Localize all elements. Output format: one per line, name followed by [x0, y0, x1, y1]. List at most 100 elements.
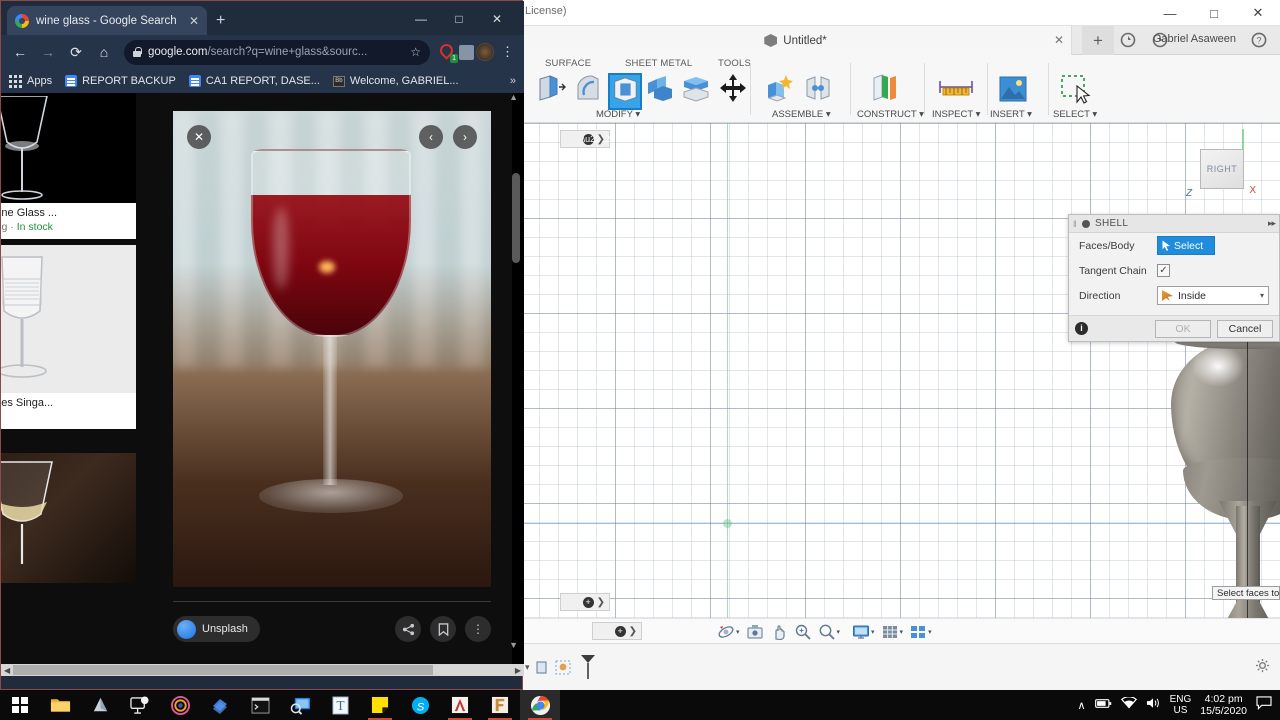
- ok-button[interactable]: OK: [1155, 319, 1211, 338]
- viewports-tool[interactable]: ▾: [907, 621, 934, 643]
- account-name[interactable]: Gabriel Asaween: [1153, 33, 1236, 45]
- settings-gear-icon[interactable]: [1255, 658, 1270, 678]
- document-tab-close-icon[interactable]: ✕: [1054, 33, 1064, 47]
- scroll-up-arrow-icon[interactable]: ▲: [509, 93, 518, 102]
- display-caret[interactable]: ▾: [871, 628, 875, 636]
- ribbon-group-construct[interactable]: CONSTRUCT ▾: [857, 109, 924, 120]
- bookmark-icon[interactable]: [430, 616, 456, 642]
- chrome-icon[interactable]: [520, 690, 560, 720]
- chrome-close-button[interactable]: ✕: [478, 8, 516, 30]
- look-at-tool[interactable]: [744, 621, 766, 643]
- shell-icon-active[interactable]: [608, 73, 642, 110]
- browser-panel-collapsed-top[interactable]: \u2212 ❯: [560, 130, 610, 148]
- forward-icon[interactable]: →: [35, 39, 61, 65]
- photos-icon[interactable]: [160, 690, 200, 720]
- autodesk-icon[interactable]: [440, 690, 480, 720]
- timeline-feature-icon[interactable]: [555, 660, 573, 675]
- zoom-window-tool[interactable]: ▾: [816, 621, 843, 643]
- extension-icon[interactable]: 1: [437, 41, 458, 63]
- sticky-notes-icon[interactable]: [360, 690, 400, 720]
- timeline-marker-icon[interactable]: [578, 654, 598, 680]
- bookmark-report-backup[interactable]: REPORT BACKUP: [65, 75, 176, 87]
- grid-caret[interactable]: ▾: [900, 628, 904, 636]
- more-options-icon[interactable]: ⋮: [465, 616, 491, 642]
- grid-snap-tool[interactable]: ▾: [879, 621, 906, 643]
- reload-icon[interactable]: ⟳: [63, 39, 89, 65]
- wifi-icon[interactable]: [1120, 696, 1137, 714]
- shell-dialog[interactable]: ‖ SHELL ▸▸ Faces/Body Select Tangent Cha…: [1068, 214, 1280, 342]
- fusion360-icon[interactable]: [480, 690, 520, 720]
- tray-chevron-up-icon[interactable]: ∧: [1078, 699, 1086, 712]
- bookmarks-overflow-icon[interactable]: »: [510, 75, 516, 87]
- ribbon-tab-surface[interactable]: SURFACE: [545, 58, 591, 69]
- tangent-chain-checkbox[interactable]: ✓: [1157, 264, 1170, 277]
- insert-image-icon[interactable]: [998, 75, 1028, 108]
- viewports-caret[interactable]: ▾: [928, 628, 932, 636]
- fillet-icon[interactable]: [572, 73, 604, 108]
- scroll-down-arrow-icon[interactable]: ▼: [509, 640, 518, 650]
- fusion-minimize-button[interactable]: —: [1148, 0, 1192, 26]
- bookmark-welcome-gabriel[interactable]: Bb Welcome, GABRIEL...: [332, 75, 459, 87]
- result-card[interactable]: [1, 453, 136, 583]
- move-copy-icon[interactable]: [718, 73, 748, 108]
- construct-plane-icon[interactable]: [868, 73, 900, 108]
- terminal-icon[interactable]: [240, 690, 280, 720]
- text-editor-icon[interactable]: T: [320, 690, 360, 720]
- data-panel-refresh-icon[interactable]: [1120, 32, 1137, 49]
- new-document-tab-button[interactable]: +: [1082, 26, 1114, 55]
- home-icon[interactable]: ⌂: [91, 39, 117, 65]
- info-icon[interactable]: i: [1075, 322, 1088, 335]
- zoom-tool[interactable]: [792, 621, 814, 643]
- viewcube-face-label[interactable]: RIGHT: [1200, 149, 1244, 189]
- chevron-down-icon[interactable]: ▾: [1260, 291, 1264, 300]
- result-thumbnail[interactable]: [1, 93, 136, 203]
- timeline-collapse-caret-icon[interactable]: ▾: [525, 662, 530, 673]
- help-icon[interactable]: ?: [1251, 32, 1268, 49]
- split-body-icon[interactable]: [680, 73, 712, 108]
- close-icon[interactable]: ✕: [189, 14, 199, 28]
- select-window-icon[interactable]: [1060, 74, 1092, 109]
- new-tab-button[interactable]: +: [216, 12, 225, 30]
- skype-icon[interactable]: S: [400, 690, 440, 720]
- language-indicator[interactable]: ENG US: [1170, 694, 1192, 716]
- page-vertical-scrollbar[interactable]: ▲ ▼: [509, 93, 520, 664]
- timeline-collapse-left[interactable]: + ❯: [592, 622, 642, 640]
- ribbon-tab-tools[interactable]: TOOLS: [718, 58, 751, 69]
- preview-next-button[interactable]: ›: [453, 125, 477, 149]
- result-thumbnail[interactable]: [1, 453, 136, 583]
- clock[interactable]: 4:02 pm 15/5/2020: [1200, 693, 1247, 717]
- cancel-button[interactable]: Cancel: [1217, 319, 1273, 338]
- wine-glass-3d-model[interactable]: [1157, 335, 1280, 618]
- document-tab-untitled[interactable]: Untitled*: [520, 26, 1072, 55]
- bookmark-ca1-report[interactable]: CA1 REPORT, DASE...: [188, 75, 320, 87]
- result-card[interactable]: wine glass | Hermes Singa... m: [1, 245, 136, 429]
- joint-icon[interactable]: [802, 73, 834, 108]
- extension-secondary-icon[interactable]: [459, 44, 474, 60]
- windows-start-icon[interactable]: [0, 690, 40, 720]
- scroll-right-arrow-icon[interactable]: ▶: [515, 666, 521, 675]
- view-cube[interactable]: RIGHT Z X: [1186, 129, 1256, 199]
- microsoft-store-icon[interactable]: [80, 690, 120, 720]
- ribbon-group-modify[interactable]: MODIFY ▾: [596, 109, 640, 120]
- timeline-playhead-icon[interactable]: [535, 660, 550, 675]
- measure-icon[interactable]: [938, 77, 974, 104]
- file-explorer-icon[interactable]: [40, 690, 80, 720]
- draft-icon[interactable]: [644, 73, 676, 108]
- vertical-scrollbar-thumb[interactable]: [512, 173, 520, 263]
- preview-image[interactable]: ✕ ‹ ›: [173, 111, 491, 587]
- volume-icon[interactable]: [1146, 696, 1161, 714]
- battery-icon[interactable]: [1094, 696, 1112, 714]
- direction-dropdown[interactable]: Inside ▾: [1157, 286, 1269, 305]
- result-card[interactable]: stal Glass Red Wine Glass ... econnectio…: [1, 93, 136, 239]
- faces-body-select-button[interactable]: Select: [1157, 236, 1215, 255]
- dialog-grip-icon[interactable]: ‖: [1073, 219, 1077, 229]
- fusion-close-button[interactable]: ✕: [1236, 0, 1280, 26]
- preview-close-button[interactable]: ✕: [187, 125, 211, 149]
- bookmark-apps[interactable]: Apps: [9, 74, 52, 88]
- dialog-expand-icon[interactable]: ▸▸: [1268, 218, 1276, 229]
- pan-tool[interactable]: [768, 621, 790, 643]
- press-pull-icon[interactable]: [536, 73, 568, 108]
- back-icon[interactable]: ←: [7, 39, 33, 65]
- bookmark-star-icon[interactable]: ☆: [410, 45, 421, 59]
- bluestacks-icon[interactable]: [200, 690, 240, 720]
